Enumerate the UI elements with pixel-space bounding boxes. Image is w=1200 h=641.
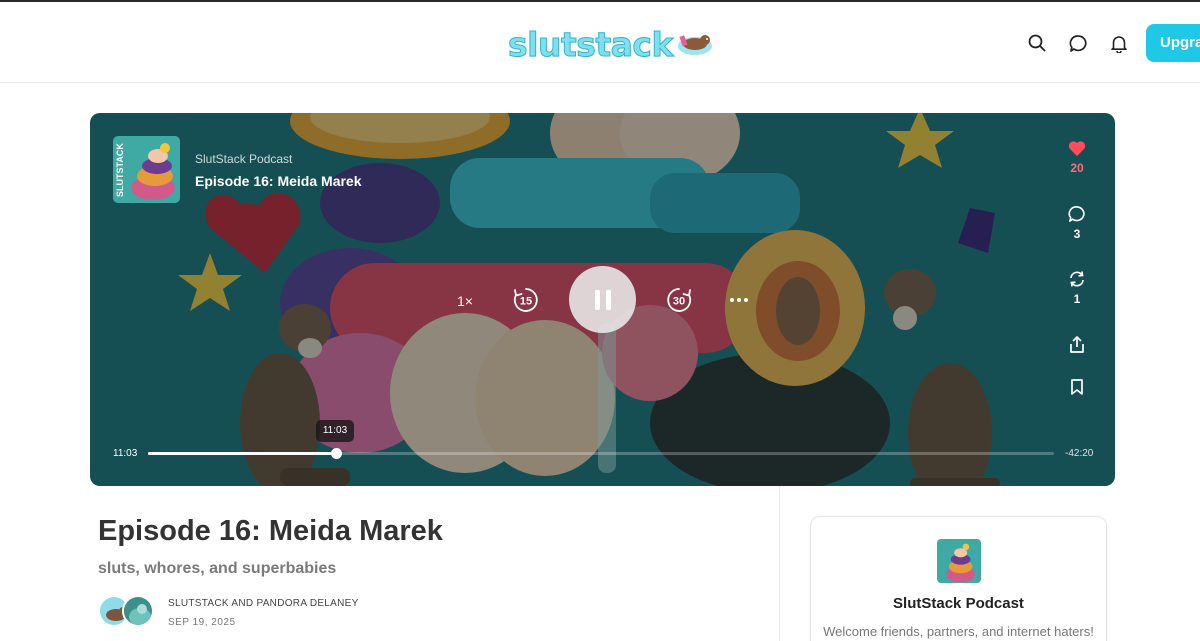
heart-icon — [1068, 141, 1086, 156]
restack-button[interactable]: 1 — [1062, 270, 1092, 306]
player-episode-title[interactable]: Episode 16: Meida Marek — [195, 173, 362, 189]
restack-icon — [1070, 271, 1084, 287]
upgrade-button[interactable]: Upgra — [1146, 24, 1200, 62]
comment-count: 3 — [1073, 227, 1081, 241]
episode-authors[interactable]: SLUTSTACK AND PANDORA DELANEY — [168, 598, 359, 609]
share-icon[interactable] — [1062, 335, 1092, 354]
restack-count: 1 — [1073, 292, 1081, 306]
cover-wordmark: SLUTSTACK — [115, 143, 125, 197]
column-divider — [779, 486, 780, 641]
like-count: 20 — [1070, 161, 1084, 175]
otter-logo-icon — [677, 35, 712, 55]
search-icon[interactable] — [1026, 32, 1048, 54]
episode-subtitle: sluts, whores, and superbabies — [98, 560, 337, 577]
rewind-icon: 15 — [513, 288, 538, 312]
progress-fill — [148, 452, 336, 455]
chat-icon[interactable] — [1067, 32, 1089, 54]
audio-player: SLUTSTACK SlutStack Podcast Episode 16: … — [90, 113, 1115, 486]
elapsed-time: 11:03 — [113, 448, 138, 459]
progress-bar[interactable] — [148, 448, 1054, 459]
avatar[interactable] — [122, 595, 154, 627]
bookmark-icon[interactable] — [1062, 378, 1092, 396]
comment-button[interactable]: 3 — [1062, 205, 1092, 241]
fast-forward-icon: 30 — [667, 288, 692, 312]
podcast-card-cover[interactable] — [937, 539, 981, 583]
playback-speed-button[interactable]: 1× — [448, 289, 482, 313]
site-logo[interactable]: slutstack — [508, 22, 715, 66]
skip-back-label: 15 — [520, 296, 532, 308]
skip-forward-label: 30 — [673, 296, 685, 308]
site-header: slutstack Upgra — [0, 2, 1200, 83]
comment-icon — [1068, 206, 1085, 222]
podcast-info-card: SlutStack Podcast Welcome friends, partn… — [810, 516, 1107, 641]
publish-date: SEP 19, 2025 — [168, 617, 236, 628]
more-options-icon[interactable] — [726, 289, 752, 311]
logo-wordmark: slutstack — [508, 24, 674, 64]
skip-back-15-button[interactable]: 15 — [511, 285, 541, 315]
podcast-card-description: Welcome friends, partners, and internet … — [823, 624, 1094, 639]
skip-forward-30-button[interactable]: 30 — [664, 285, 694, 315]
podcast-card-name[interactable]: SlutStack Podcast — [811, 595, 1106, 612]
progress-handle[interactable] — [330, 448, 342, 459]
bell-icon[interactable] — [1108, 32, 1130, 54]
pause-icon — [594, 289, 611, 310]
episode-title: Episode 16: Meida Marek — [98, 515, 443, 547]
scrub-tooltip: 11:03 — [316, 420, 354, 442]
author-avatars[interactable] — [98, 595, 158, 629]
pause-button[interactable] — [569, 266, 636, 333]
player-show-name[interactable]: SlutStack Podcast — [195, 152, 292, 166]
like-button[interactable]: 20 — [1062, 140, 1092, 175]
podcast-cover-thumbnail[interactable]: SLUTSTACK — [113, 136, 180, 203]
remaining-time: -42:20 — [1065, 448, 1094, 459]
